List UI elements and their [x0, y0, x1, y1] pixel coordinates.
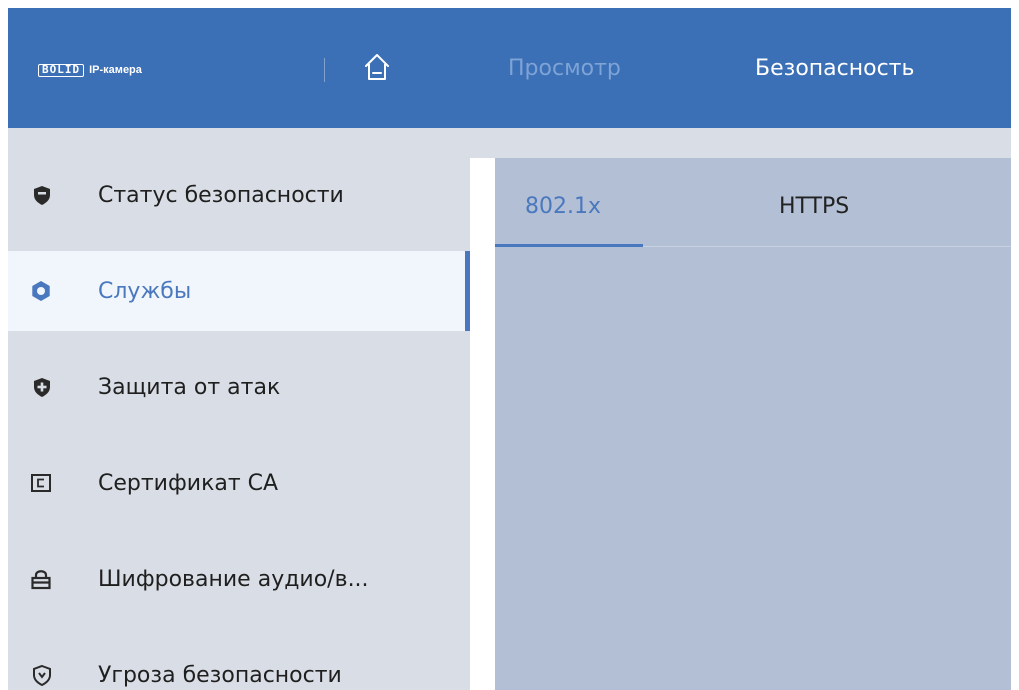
sidebar-item-services[interactable]: Службы	[8, 251, 470, 331]
sidebar-item-security-status[interactable]: Статус безопасности	[8, 155, 470, 235]
sidebar-item-label: Сертификат CA	[98, 470, 279, 496]
sidebar-item-label: Защита от атак	[98, 374, 281, 400]
nav-tab-preview[interactable]: Просмотр	[508, 56, 621, 82]
shield-alert-icon	[31, 664, 53, 686]
content-top-spacer	[470, 128, 1011, 158]
shield-plus-icon	[31, 376, 53, 398]
shield-icon	[31, 184, 53, 206]
brand-logo-mark: BOLID	[38, 63, 85, 77]
sidebar-item-attack-protection[interactable]: Защита от атак	[8, 347, 470, 427]
top-bar: BOLID IP-камера Просмотр Безопасность	[8, 8, 1011, 128]
sidebar-item-security-threat[interactable]: Угроза безопасности	[8, 635, 470, 690]
home-icon[interactable]	[363, 52, 391, 82]
product-name: IP-камера	[89, 64, 142, 76]
tab-https[interactable]: HTTPS	[779, 194, 849, 220]
sidebar: Статус безопасности Службы Защита от ата…	[8, 128, 470, 690]
sidebar-item-label: Шифрование аудио/в...	[98, 566, 369, 592]
tab-bar: 802.1x HTTPS	[495, 158, 1011, 248]
sidebar-item-audio-video-encryption[interactable]: Шифрование аудио/в...	[8, 539, 470, 619]
active-tab-indicator	[495, 244, 643, 247]
sidebar-item-label: Угроза безопасности	[98, 662, 342, 688]
sidebar-item-label: Службы	[98, 278, 192, 304]
gear-icon	[30, 280, 52, 302]
nav-tab-security[interactable]: Безопасность	[755, 56, 914, 82]
certificate-icon	[30, 472, 52, 494]
tab-802-1x[interactable]: 802.1x	[525, 194, 601, 220]
brand-logo: BOLID IP-камера	[38, 63, 142, 77]
content-panel: 802.1x HTTPS	[495, 158, 1011, 690]
sidebar-item-ca-certificate[interactable]: Сертификат CA	[8, 443, 470, 523]
sidebar-item-label: Статус безопасности	[98, 182, 344, 208]
header-divider	[324, 58, 325, 82]
lock-icon	[30, 568, 52, 590]
